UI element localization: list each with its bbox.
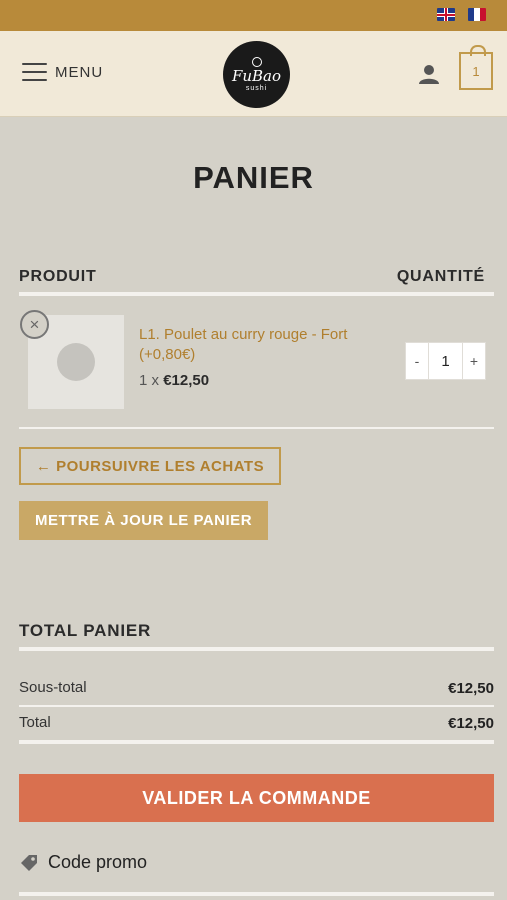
divider <box>19 427 494 429</box>
continue-shopping-button[interactable]: ← POURSUIVRE LES ACHATS <box>19 447 281 485</box>
logo-subtext: sushi <box>245 85 268 92</box>
remove-item-button[interactable]: × <box>20 310 49 339</box>
logo-text: FuBao <box>231 67 282 85</box>
increase-quantity-button[interactable]: + <box>463 343 485 379</box>
top-bar <box>0 0 507 31</box>
product-name-link[interactable]: L1. Poulet au curry rouge - Fort (+0,80€… <box>139 325 379 365</box>
menu-label: MENU <box>55 63 104 81</box>
hamburger-icon <box>22 63 47 81</box>
product-price: 1 x €12,50 <box>139 372 209 389</box>
quantity-stepper: - 1 + <box>405 342 486 380</box>
total-value: €12,50 <box>448 715 494 732</box>
close-icon: × <box>29 314 40 334</box>
page-title: PANIER <box>193 160 314 195</box>
cart-count: 1 <box>472 63 480 79</box>
subtotal-label: Sous-total <box>19 679 87 696</box>
update-cart-button[interactable]: METTRE À JOUR LE PANIER <box>19 501 268 540</box>
menu-button[interactable]: MENU <box>22 63 103 81</box>
product-column-header: PRODUIT <box>19 268 97 285</box>
logo-mascot-icon <box>251 57 262 67</box>
tag-icon <box>21 854 37 871</box>
france-flag-icon[interactable] <box>468 8 486 21</box>
promo-code-toggle[interactable]: Code promo <box>19 852 147 873</box>
divider <box>19 705 494 707</box>
quantity-column-header: QUANTITÉ <box>396 268 485 285</box>
promo-code-label: Code promo <box>48 852 148 872</box>
price-qty-prefix: 1 x <box>139 372 160 389</box>
divider <box>19 740 494 744</box>
divider <box>19 292 494 296</box>
placeholder-logo-icon <box>57 343 95 381</box>
subtotal-value: €12,50 <box>448 680 494 697</box>
divider <box>19 892 494 896</box>
user-account-icon[interactable] <box>418 63 440 85</box>
cart-button[interactable]: 1 <box>459 45 493 90</box>
price-value: €12,50 <box>163 372 210 389</box>
uk-flag-icon[interactable] <box>437 8 455 21</box>
decrease-quantity-button[interactable]: - <box>406 343 428 379</box>
quantity-input[interactable]: 1 <box>428 343 463 379</box>
total-label: Total <box>19 714 51 731</box>
checkout-button[interactable]: VALIDER LA COMMANDE <box>19 774 494 822</box>
site-logo[interactable]: FuBao sushi <box>223 41 290 108</box>
cart-totals-title: TOTAL PANIER <box>19 621 152 640</box>
divider <box>19 647 494 651</box>
